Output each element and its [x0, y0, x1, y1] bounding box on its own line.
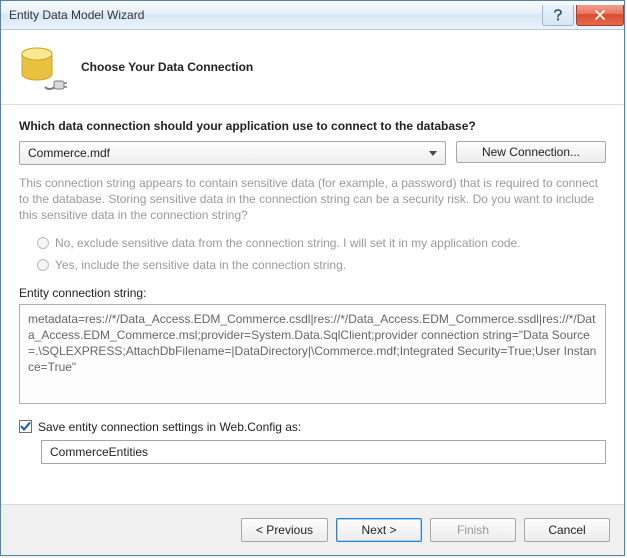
previous-label: < Previous: [256, 523, 313, 537]
question-text: Which data connection should your applic…: [19, 119, 606, 133]
cancel-label: Cancel: [548, 523, 585, 537]
entity-connstr-value: metadata=res://*/Data_Access.EDM_Commerc…: [28, 312, 596, 375]
next-button[interactable]: Next >: [336, 518, 422, 542]
save-settings-label: Save entity connection settings in Web.C…: [38, 420, 301, 434]
check-icon: [20, 421, 31, 432]
radio-icon: [37, 259, 49, 271]
previous-button[interactable]: < Previous: [241, 518, 328, 542]
include-sensitive-radio: Yes, include the sensitive data in the c…: [37, 258, 606, 272]
save-settings-row: Save entity connection settings in Web.C…: [19, 420, 606, 434]
next-label: Next >: [361, 523, 396, 537]
cancel-button[interactable]: Cancel: [524, 518, 610, 542]
wizard-window: Entity Data Model Wizard: [0, 0, 625, 556]
settings-name-input[interactable]: CommerceEntities: [41, 440, 606, 464]
database-icon: [17, 43, 65, 91]
connection-selected: Commerce.mdf: [28, 146, 110, 160]
close-button[interactable]: [576, 5, 624, 26]
exclude-sensitive-label: No, exclude sensitive data from the conn…: [55, 236, 521, 250]
close-icon: [594, 10, 606, 20]
connection-row: Commerce.mdf New Connection...: [19, 141, 606, 165]
chevron-down-icon: [425, 142, 441, 164]
entity-connstr-label: Entity connection string:: [19, 286, 606, 300]
entity-connstr-box[interactable]: metadata=res://*/Data_Access.EDM_Commerc…: [19, 304, 606, 404]
titlebar: Entity Data Model Wizard: [1, 1, 624, 30]
wizard-header: Choose Your Data Connection: [1, 30, 624, 105]
new-connection-label: New Connection...: [482, 145, 580, 159]
header-title: Choose Your Data Connection: [81, 60, 253, 74]
window-title: Entity Data Model Wizard: [9, 8, 540, 22]
help-icon: [553, 9, 563, 21]
connection-dropdown[interactable]: Commerce.mdf: [19, 141, 446, 165]
finish-label: Finish: [457, 523, 489, 537]
wizard-footer: < Previous Next > Finish Cancel: [1, 504, 624, 555]
help-button[interactable]: [542, 5, 574, 26]
settings-name-value: CommerceEntities: [50, 445, 148, 459]
finish-button: Finish: [430, 518, 516, 542]
exclude-sensitive-radio: No, exclude sensitive data from the conn…: [37, 236, 606, 250]
include-sensitive-label: Yes, include the sensitive data in the c…: [55, 258, 346, 272]
save-settings-checkbox[interactable]: [19, 420, 32, 433]
radio-icon: [37, 237, 49, 249]
sensitive-info-text: This connection string appears to contai…: [19, 175, 606, 224]
wizard-body: Which data connection should your applic…: [1, 105, 624, 504]
new-connection-button[interactable]: New Connection...: [456, 141, 606, 163]
